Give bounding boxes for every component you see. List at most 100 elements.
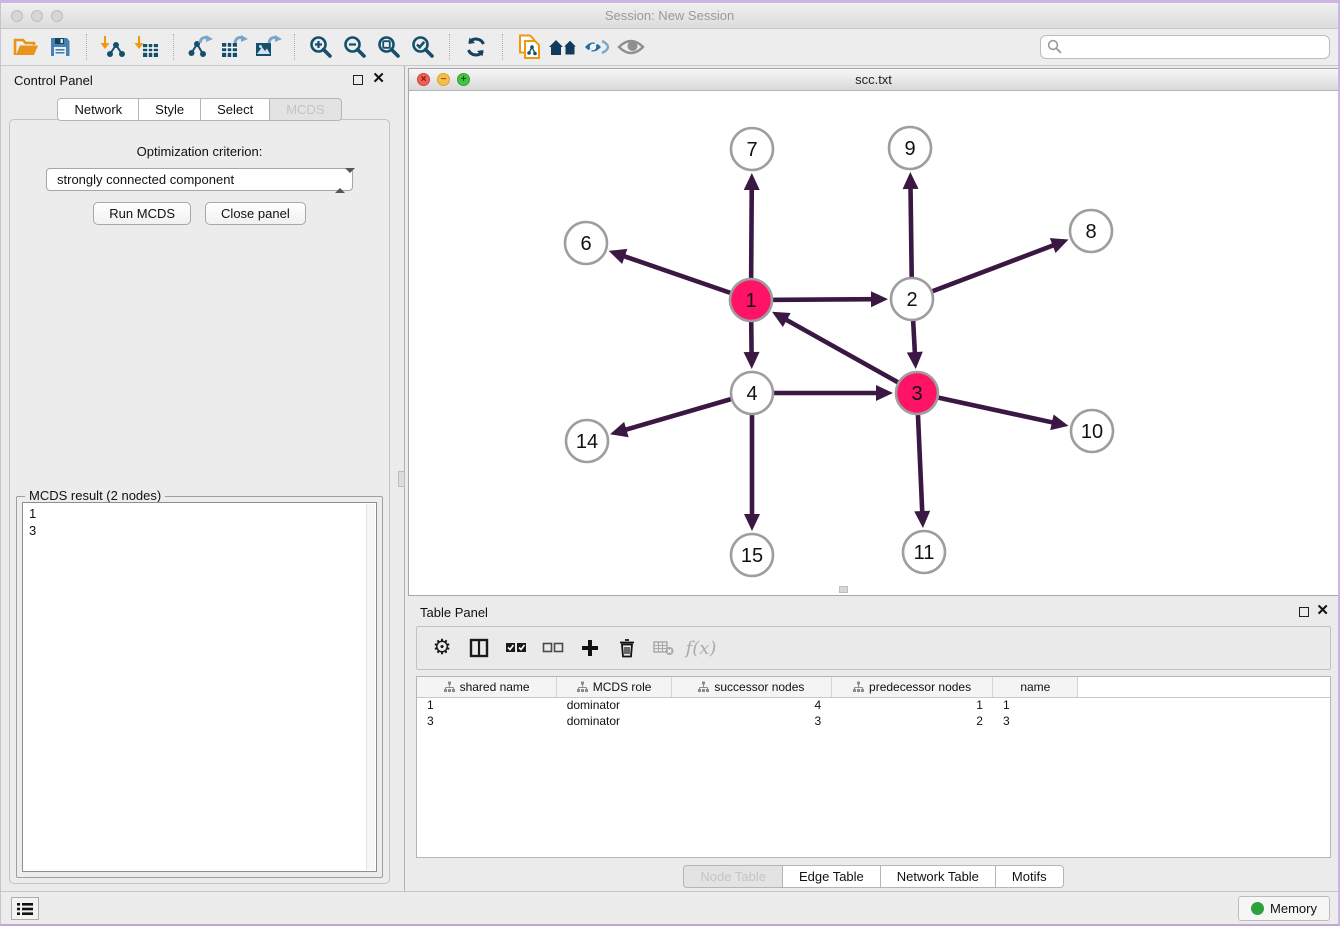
toggle-birds-eye-icon[interactable] xyxy=(580,32,614,62)
toolbar-separator xyxy=(502,34,503,60)
column-header-mcds-role[interactable]: MCDS role xyxy=(557,677,672,697)
canvas-scroll-thumb[interactable] xyxy=(839,586,848,593)
panel-splitter[interactable] xyxy=(397,66,408,894)
memory-label: Memory xyxy=(1270,901,1317,916)
table-panel-title: Table Panel xyxy=(420,605,488,620)
close-panel-icon[interactable]: ✕ xyxy=(372,70,385,88)
result-line: 3 xyxy=(29,522,370,539)
toolbar-separator xyxy=(449,34,450,60)
toolbar-separator xyxy=(294,34,295,60)
task-history-button[interactable] xyxy=(11,897,39,920)
graph-node-label: 9 xyxy=(904,138,915,160)
search-box xyxy=(1040,35,1330,59)
deselect-all-rows-icon[interactable] xyxy=(538,633,568,663)
export-image-icon[interactable] xyxy=(251,32,285,62)
select-all-rows-icon[interactable] xyxy=(501,633,531,663)
search-icon xyxy=(1047,39,1062,54)
graph-node-label: 14 xyxy=(576,431,598,453)
first-neighbors-icon[interactable] xyxy=(546,32,580,62)
hierarchy-icon xyxy=(444,681,455,692)
network-view-title: scc.txt xyxy=(409,72,1338,87)
table-options-icon[interactable]: ⚙ xyxy=(427,633,457,663)
control-panel-title: Control Panel xyxy=(14,73,93,88)
float-panel-icon[interactable] xyxy=(353,75,363,85)
open-file-icon[interactable] xyxy=(9,32,43,62)
duplicate-network-icon[interactable] xyxy=(512,32,546,62)
result-scrollbar[interactable] xyxy=(366,504,375,870)
run-mcds-button[interactable]: Run MCDS xyxy=(93,202,191,225)
tab-mcds[interactable]: MCDS xyxy=(270,98,341,121)
hierarchy-icon xyxy=(698,681,709,692)
list-icon xyxy=(17,902,33,916)
graph-node-label: 4 xyxy=(746,383,757,405)
delete-selected-icon[interactable] xyxy=(612,633,642,663)
table-tabs: Node Table Edge Table Network Table Moti… xyxy=(408,865,1339,888)
memory-button[interactable]: Memory xyxy=(1238,896,1330,921)
table-row[interactable]: 1 dominator 4 1 1 xyxy=(417,697,1330,713)
export-table-icon[interactable] xyxy=(217,32,251,62)
graph-node-label: 2 xyxy=(906,289,917,311)
column-header-name[interactable]: name xyxy=(993,677,1078,697)
graph-node-label: 1 xyxy=(745,290,756,312)
import-network-icon[interactable] xyxy=(96,32,130,62)
network-graph[interactable]: 1234678910111415 xyxy=(409,91,1338,596)
graph-node-label: 6 xyxy=(580,233,591,255)
criterion-dropdown-value: strongly connected component xyxy=(57,172,234,187)
zoom-selected-icon[interactable] xyxy=(406,32,440,62)
network-window-titlebar: × − + scc.txt xyxy=(409,69,1338,91)
optimization-criterion-label: Optimization criterion: xyxy=(10,144,389,159)
close-table-panel-icon[interactable]: ✕ xyxy=(1316,602,1329,620)
apply-function-icon: f(x) xyxy=(686,633,716,663)
zoom-in-icon[interactable] xyxy=(304,32,338,62)
delete-table-icon xyxy=(649,633,679,663)
titlebar: Session: New Session xyxy=(1,3,1338,29)
network-view-window: × − + scc.txt 1234678910111415 xyxy=(408,68,1339,596)
search-input[interactable] xyxy=(1040,35,1330,59)
zoom-out-icon[interactable] xyxy=(338,32,372,62)
column-header-shared-name[interactable]: shared name xyxy=(417,677,557,697)
graph-node-label: 10 xyxy=(1081,421,1103,443)
export-network-icon[interactable] xyxy=(183,32,217,62)
table-row[interactable]: 3 dominator 3 2 3 xyxy=(417,713,1330,729)
control-panel: Control Panel ✕ Network Style Select MCD… xyxy=(2,66,397,894)
table-toolbar: ⚙ xyxy=(416,626,1331,670)
import-table-icon[interactable] xyxy=(130,32,164,62)
column-header-empty xyxy=(1078,677,1330,697)
graph-node-label: 7 xyxy=(746,139,757,161)
mcds-result-text[interactable]: 1 3 xyxy=(22,502,377,872)
graph-node-label: 8 xyxy=(1085,221,1096,243)
zoom-fit-icon[interactable] xyxy=(372,32,406,62)
tab-style[interactable]: Style xyxy=(139,98,201,121)
column-header-predecessor-nodes[interactable]: predecessor nodes xyxy=(831,677,993,697)
window-title: Session: New Session xyxy=(1,8,1338,23)
refresh-view-icon[interactable] xyxy=(459,32,493,62)
close-panel-button[interactable]: Close panel xyxy=(205,202,306,225)
network-canvas[interactable]: 1234678910111415 xyxy=(409,91,1338,595)
tab-network-table[interactable]: Network Table xyxy=(881,865,996,888)
chevron-updown-icon xyxy=(335,173,345,188)
splitter-handle[interactable] xyxy=(398,471,405,487)
toolbar-separator xyxy=(173,34,174,60)
mcds-panel: Optimization criterion: strongly connect… xyxy=(9,119,390,884)
tab-motifs[interactable]: Motifs xyxy=(996,865,1064,888)
criterion-dropdown[interactable]: strongly connected component xyxy=(46,168,353,191)
save-session-icon[interactable] xyxy=(43,32,77,62)
toolbar-separator xyxy=(86,34,87,60)
hierarchy-icon xyxy=(577,681,588,692)
memory-status-dot xyxy=(1251,902,1264,915)
tab-node-table[interactable]: Node Table xyxy=(683,865,783,888)
add-column-icon[interactable] xyxy=(575,633,605,663)
split-panel-icon[interactable] xyxy=(464,633,494,663)
tab-edge-table[interactable]: Edge Table xyxy=(783,865,881,888)
table-header-row: shared name MCDS role successor nodes pr… xyxy=(417,677,1330,697)
tab-select[interactable]: Select xyxy=(201,98,270,121)
float-table-panel-icon[interactable] xyxy=(1299,607,1309,617)
graph-node-label: 3 xyxy=(911,383,922,405)
result-line: 1 xyxy=(29,505,370,522)
graph-node-label: 11 xyxy=(914,542,935,564)
show-graphics-details-icon[interactable] xyxy=(614,32,648,62)
mcds-result-title: MCDS result (2 nodes) xyxy=(25,488,165,503)
tab-network[interactable]: Network xyxy=(57,98,139,121)
hierarchy-icon xyxy=(853,681,864,692)
column-header-successor-nodes[interactable]: successor nodes xyxy=(672,677,832,697)
